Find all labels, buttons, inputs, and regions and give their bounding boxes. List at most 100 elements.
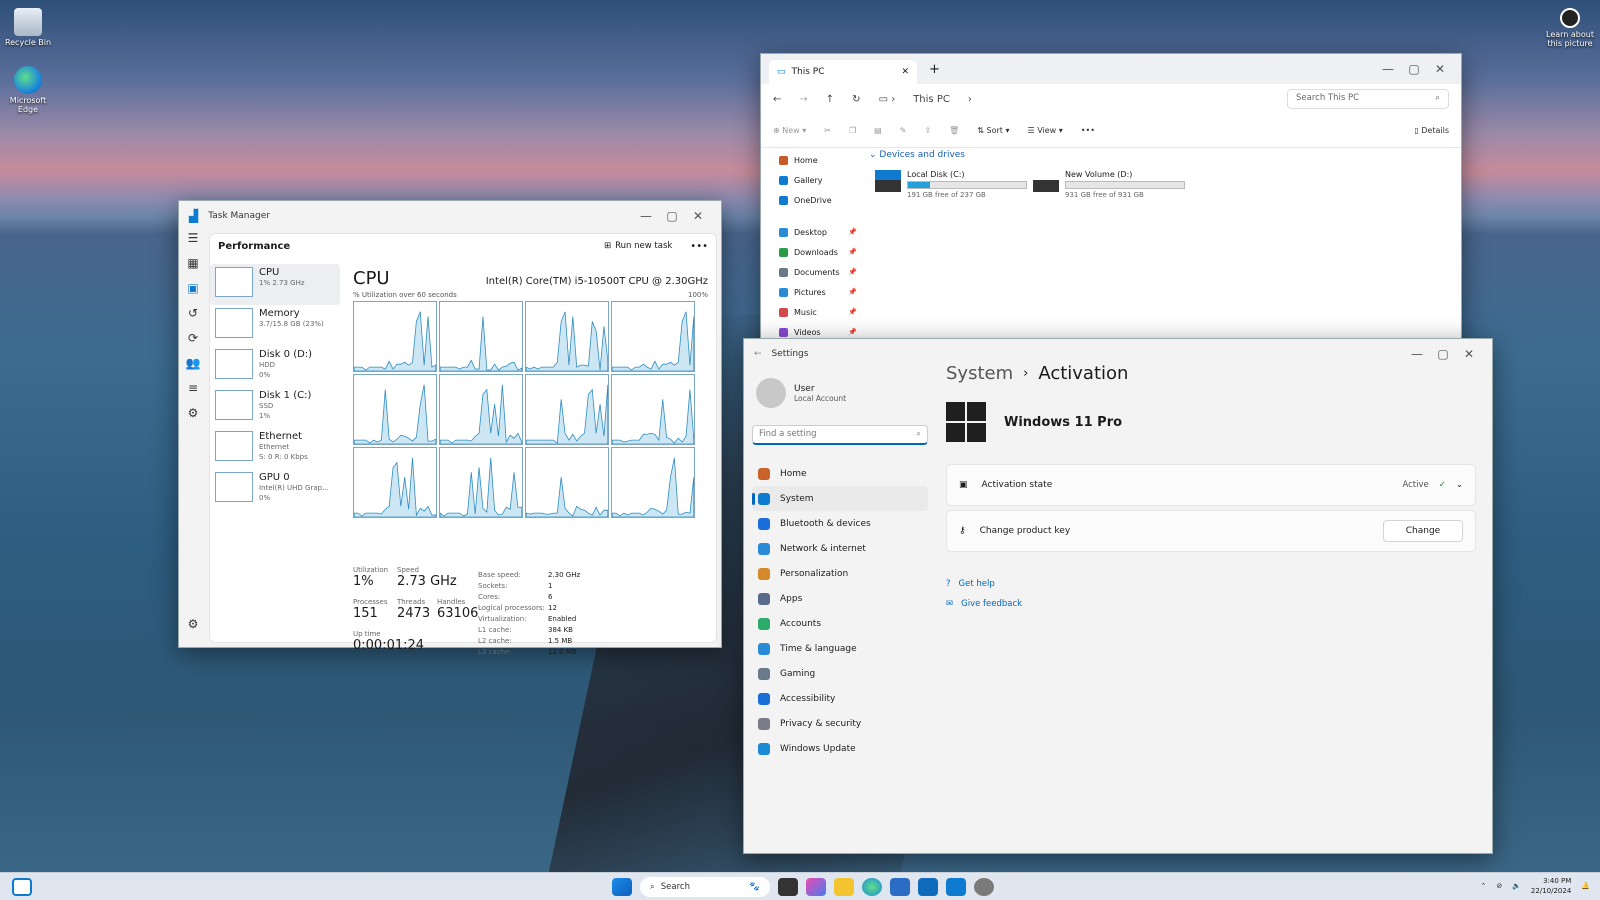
edge-shortcut[interactable]: Microsoft Edge — [0, 66, 56, 114]
give-feedback-link[interactable]: ✉ Give feedback — [946, 594, 1476, 614]
maximize-icon[interactable]: ▢ — [659, 209, 685, 223]
delete-icon[interactable]: 🗑 — [949, 126, 959, 135]
rename-icon[interactable]: ✎ — [900, 126, 907, 135]
users-icon[interactable]: 👥 — [179, 356, 207, 381]
outlook-icon[interactable] — [918, 878, 938, 896]
crumb-system[interactable]: System — [946, 363, 1013, 384]
file-explorer-icon[interactable] — [834, 878, 854, 896]
pin-icon[interactable]: 📌 — [848, 288, 857, 296]
chevron-up-icon[interactable]: ⌃ — [1480, 881, 1486, 891]
search-input[interactable]: Search This PC ⌕ — [1287, 89, 1449, 109]
edge-icon[interactable] — [862, 878, 882, 896]
new-tab-icon[interactable]: + — [929, 62, 940, 77]
settings-nav-windows-update[interactable]: Windows Update — [752, 736, 928, 761]
widgets-icon[interactable] — [12, 877, 32, 896]
cut-icon[interactable]: ✂ — [824, 126, 831, 135]
history-icon[interactable]: ↺ — [179, 306, 207, 331]
nav-item-onedrive[interactable]: OneDrive — [767, 190, 857, 210]
pin-icon[interactable]: 📌 — [848, 228, 857, 236]
resource-item[interactable]: Ethernet Ethernet S: 0 R: 0 Kbps — [210, 428, 340, 469]
get-help-link[interactable]: ? Get help — [946, 574, 1476, 594]
drive-c[interactable]: Local Disk (C:) 191 GB free of 237 GB — [875, 170, 1027, 199]
nav-item-gallery[interactable]: Gallery — [767, 170, 857, 190]
sort-button[interactable]: ⇅ Sort ▾ — [977, 126, 1009, 135]
activation-state-card[interactable]: ▣ Activation state Active ✓ ⌄ — [946, 464, 1476, 506]
paste-icon[interactable]: ▤ — [874, 126, 882, 135]
resource-item[interactable]: Disk 1 (C:) SSD 1% — [210, 387, 340, 428]
nav-item-music[interactable]: Music 📌 — [767, 302, 857, 322]
change-button[interactable]: Change — [1383, 520, 1463, 542]
more-icon[interactable]: ••• — [690, 241, 708, 252]
forward-icon[interactable]: → — [799, 94, 807, 105]
start-icon[interactable] — [612, 878, 632, 896]
settings-nav-apps[interactable]: Apps — [752, 586, 928, 611]
details-icon[interactable]: ≡ — [179, 381, 207, 406]
settings-nav-privacy[interactable]: Privacy & security — [752, 711, 928, 736]
copilot-icon[interactable] — [806, 878, 826, 896]
task-view-icon[interactable] — [778, 878, 798, 896]
breadcrumb[interactable]: This PC — [913, 94, 950, 105]
close-icon[interactable]: ✕ — [1427, 62, 1453, 76]
minimize-icon[interactable]: — — [1375, 62, 1401, 76]
details-button[interactable]: ▯ Details — [1414, 126, 1449, 135]
minimize-icon[interactable]: — — [633, 209, 659, 223]
task-manager-icon[interactable] — [946, 878, 966, 896]
settings-icon[interactable] — [974, 878, 994, 896]
settings-nav-accessibility[interactable]: Accessibility — [752, 686, 928, 711]
store-icon[interactable] — [890, 878, 910, 896]
drive-d[interactable]: New Volume (D:) 931 GB free of 931 GB — [1033, 170, 1185, 199]
settings-nav-accounts[interactable]: Accounts — [752, 611, 928, 636]
nav-item-home[interactable]: Home — [767, 150, 857, 170]
volume-icon[interactable]: 🔈 — [1512, 881, 1521, 891]
settings-nav-home[interactable]: Home — [752, 461, 928, 486]
settings-nav-system[interactable]: System — [752, 486, 928, 511]
resource-item[interactable]: GPU 0 Intel(R) UHD Grap... 0% — [210, 469, 340, 510]
resource-item[interactable]: Disk 0 (D:) HDD 0% — [210, 346, 340, 387]
nav-item-downloads[interactable]: Downloads 📌 — [767, 242, 857, 262]
resource-item[interactable]: Memory 3.7/15.8 GB (23%) — [210, 305, 340, 346]
refresh-icon[interactable]: ↻ — [852, 94, 860, 105]
nav-item-desktop[interactable]: Desktop 📌 — [767, 222, 857, 242]
settings-nav-personalization[interactable]: Personalization — [752, 561, 928, 586]
group-header[interactable]: ⌄ Devices and drives — [865, 146, 1461, 164]
settings-nav-bluetooth[interactable]: Bluetooth & devices — [752, 511, 928, 536]
settings-icon[interactable]: ⚙ — [179, 617, 207, 642]
notification-icon[interactable]: 🔔 — [1581, 881, 1590, 891]
share-icon[interactable]: ⇪ — [924, 126, 931, 135]
back-icon[interactable]: ← — [754, 349, 762, 359]
maximize-icon[interactable]: ▢ — [1430, 347, 1456, 361]
chevron-down-icon[interactable]: ⌄ — [1456, 480, 1463, 490]
performance-icon[interactable]: ▣ — [179, 281, 207, 306]
more-icon[interactable]: ••• — [1081, 126, 1095, 135]
new-button[interactable]: ⊕ New ▾ — [773, 126, 806, 135]
hamburger-icon[interactable]: ☰ — [179, 231, 207, 256]
settings-nav-network[interactable]: Network & internet — [752, 536, 928, 561]
back-icon[interactable]: ← — [773, 94, 781, 105]
close-tab-icon[interactable]: ✕ — [901, 67, 909, 77]
resource-item[interactable]: CPU 1% 2.73 GHz — [210, 264, 340, 305]
up-icon[interactable]: ↑ — [826, 94, 834, 105]
tab-this-pc[interactable]: ▭ This PC ✕ — [769, 60, 917, 84]
view-button[interactable]: ☰ View ▾ — [1027, 126, 1062, 135]
close-icon[interactable]: ✕ — [1456, 347, 1482, 361]
run-new-task-button[interactable]: ⊞ Run new task ••• — [604, 241, 708, 252]
nav-item-pictures[interactable]: Pictures 📌 — [767, 282, 857, 302]
network-icon[interactable]: ⊘ — [1496, 881, 1502, 891]
pin-icon[interactable]: 📌 — [848, 308, 857, 316]
learn-picture-shortcut[interactable]: Learn about this picture — [1543, 8, 1597, 48]
services-icon[interactable]: ⚙ — [179, 406, 207, 431]
processes-icon[interactable]: ▦ — [179, 256, 207, 281]
pin-icon[interactable]: 📌 — [848, 268, 857, 276]
clock[interactable]: 3:40 PM 22/10/2024 — [1531, 876, 1571, 896]
maximize-icon[interactable]: ▢ — [1401, 62, 1427, 76]
copy-icon[interactable]: ❐ — [849, 126, 856, 135]
pin-icon[interactable]: 📌 — [848, 328, 857, 336]
close-icon[interactable]: ✕ — [685, 209, 711, 223]
settings-nav-time-language[interactable]: Time & language — [752, 636, 928, 661]
taskbar-search[interactable]: ⌕ Search 🐾 — [640, 877, 770, 897]
minimize-icon[interactable]: — — [1404, 347, 1430, 361]
recycle-bin-shortcut[interactable]: Recycle Bin — [0, 8, 56, 47]
nav-item-documents[interactable]: Documents 📌 — [767, 262, 857, 282]
startup-icon[interactable]: ⟳ — [179, 331, 207, 356]
find-setting-input[interactable]: Find a setting ⌕ — [752, 425, 928, 445]
